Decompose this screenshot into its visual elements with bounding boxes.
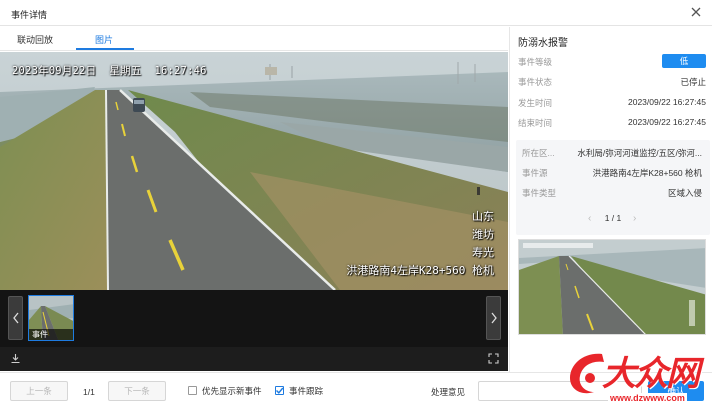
event-level-badge: 低 [662, 54, 706, 68]
detail-value: 水利局/弥河河道监控/五区/弥河... [577, 148, 702, 158]
thumbnail-prev-button[interactable] [8, 296, 23, 340]
event-title: 防溺水报警 [518, 38, 568, 49]
field-label: 事件状态 [518, 77, 553, 87]
priority-new-events-label: 优先显示新事件 [202, 386, 262, 396]
next-event-button[interactable]: 下一条 [108, 381, 166, 401]
event-details-box: 所在区... 水利局/弥河河道监控/五区/弥河... 事件源 洪港路南4左岸K2… [516, 140, 710, 235]
watermark-logo: 大众网 www.dzwww.com [562, 344, 712, 407]
pager-next-icon[interactable]: › [633, 213, 636, 224]
chevron-left-icon [12, 312, 19, 324]
event-counter: 1/1 [83, 387, 95, 397]
detail-label: 事件类型 [522, 188, 557, 198]
thumbnail-strip: 事件 [0, 290, 508, 347]
osd-location-line-3: 寿光 [472, 246, 494, 259]
event-tracking-checkbox[interactable] [275, 386, 284, 395]
detail-source: 事件源 洪港路南4左岸K28+560 枪机 [522, 165, 702, 179]
title-bar: 事件详情 [0, 0, 712, 26]
window-title: 事件详情 [11, 10, 48, 20]
chevron-right-icon [490, 312, 497, 324]
tab-bar: 联动回放 图片 [0, 27, 508, 51]
detail-pager: ‹ 1 / 1 › [516, 213, 710, 227]
field-end-time: 结束时间 2023/09/22 16:27:45 [518, 115, 706, 129]
osd-timestamp: 2023年09月22日 星期五 16:27:46 [12, 65, 207, 77]
detail-area: 所在区... 水利局/弥河河道监控/五区/弥河... [522, 145, 702, 159]
field-start-time: 发生时间 2023/09/22 16:27:45 [518, 95, 706, 109]
field-event-level: 事件等级 低 [518, 54, 706, 68]
field-label: 结束时间 [518, 118, 553, 128]
field-label: 发生时间 [518, 98, 553, 108]
detail-label: 所在区... [522, 148, 555, 158]
thumbnail-item[interactable]: 事件 [28, 295, 74, 341]
field-value: 2023/09/22 16:27:45 [628, 97, 706, 107]
close-icon[interactable] [689, 5, 703, 19]
pager-text: 1 / 1 [604, 213, 622, 223]
priority-new-events-checkbox[interactable] [188, 386, 197, 395]
checkmark-icon [276, 387, 284, 394]
video-toolbar [0, 347, 508, 371]
main-video-frame[interactable]: 2023年09月22日 星期五 16:27:46 山东 潍坊 寿光 洪港路南4左… [0, 52, 508, 290]
opinion-label: 处理意见 [431, 387, 466, 397]
prev-event-button[interactable]: 上一条 [10, 381, 68, 401]
event-preview-image[interactable] [518, 239, 706, 335]
fullscreen-icon[interactable] [488, 353, 499, 364]
preview-snapshot [519, 240, 705, 334]
detail-value: 区域入侵 [667, 188, 702, 198]
field-event-status: 事件状态 已停止 [518, 74, 706, 88]
download-icon[interactable] [10, 353, 21, 364]
watermark-text: 大众网 [602, 354, 700, 394]
tab-pictures[interactable]: 图片 [95, 33, 113, 46]
watermark-url: www.dzwww.com [608, 393, 687, 403]
osd-location-line-4: 洪港路南4左岸K28+560 枪机 [346, 264, 494, 277]
detail-label: 事件源 [522, 168, 548, 178]
detail-value: 洪港路南4左岸K28+560 枪机 [592, 168, 702, 178]
pager-prev-icon[interactable]: ‹ [588, 213, 591, 224]
field-value: 2023/09/22 16:27:45 [628, 117, 706, 127]
camera-snapshot [0, 52, 508, 290]
thumbnail-next-button[interactable] [486, 296, 501, 340]
tab-linked-playback[interactable]: 联动回放 [17, 33, 53, 46]
active-tab-indicator [76, 48, 134, 50]
event-tracking-label: 事件跟踪 [289, 386, 324, 396]
field-value: 已停止 [680, 77, 706, 87]
thumbnail-label: 事件 [29, 329, 73, 340]
osd-location-line-1: 山东 [472, 210, 494, 223]
detail-type: 事件类型 区域入侵 [522, 185, 702, 199]
event-info-panel: 防溺水报警 事件等级 低 事件状态 已停止 发生时间 2023/09/22 16… [509, 27, 712, 372]
osd-location-line-2: 潍坊 [472, 228, 494, 241]
field-label: 事件等级 [518, 57, 553, 67]
